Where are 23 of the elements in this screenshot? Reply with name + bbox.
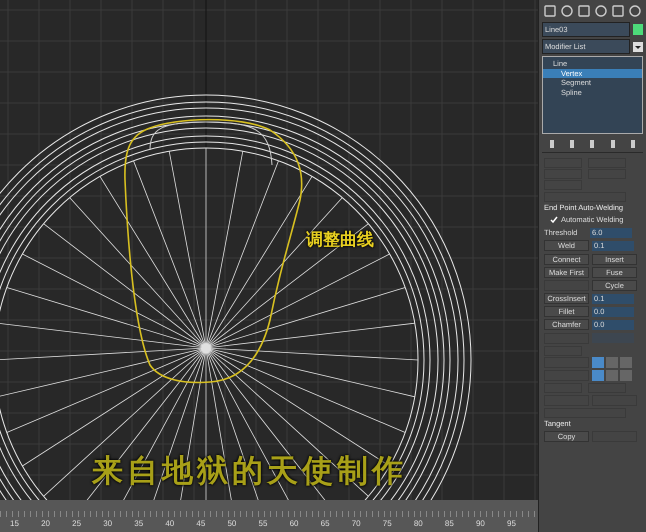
mode-icon[interactable] — [592, 370, 604, 382]
mode-icon[interactable] — [606, 370, 618, 382]
ruler-label: 95 — [507, 519, 517, 528]
ruler-label: 35 — [134, 519, 144, 528]
ruler-label: 85 — [444, 519, 455, 528]
checkbox[interactable] — [550, 216, 558, 224]
ruler-label: 70 — [352, 519, 362, 528]
ruler-label: 25 — [72, 519, 82, 528]
ruler-label: 20 — [41, 519, 51, 528]
ruler-label: 55 — [258, 519, 268, 528]
ruler-label: 30 — [103, 519, 114, 528]
ruler-label: 15 — [10, 519, 20, 528]
time-ruler[interactable]: 15 20 25 30 35 40 45 50 55 60 65 70 75 80 85 90 95 — [0, 500, 538, 532]
ruler-label: 65 — [320, 519, 331, 528]
ruler-label: 80 — [414, 519, 424, 528]
ruler-label: 45 — [196, 519, 206, 528]
ruler-label: 60 — [290, 519, 300, 528]
ruler-label: 75 — [382, 519, 393, 528]
ruler-label: 90 — [476, 519, 486, 528]
object-color-swatch[interactable] — [633, 24, 643, 35]
mode-icon[interactable] — [620, 370, 632, 382]
ruler-label: 50 — [227, 519, 238, 528]
ruler-label: 40 — [165, 519, 176, 528]
